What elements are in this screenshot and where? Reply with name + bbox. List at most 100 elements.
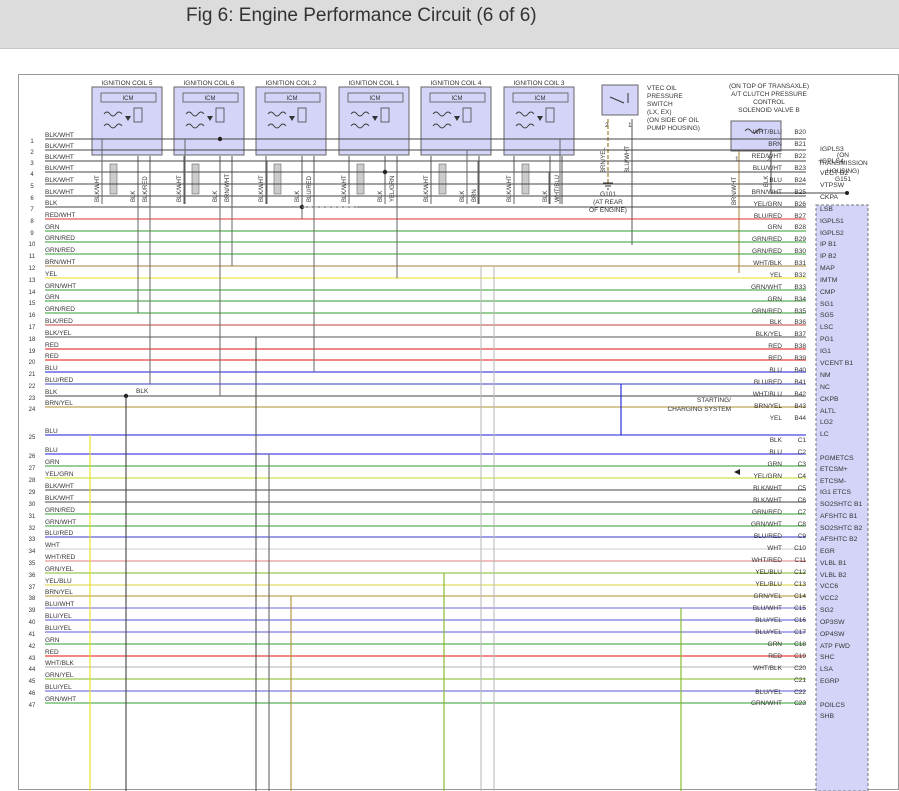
right-wire-label: BLK [770,437,783,444]
ecm-pin-label: C8 [798,521,807,528]
ecm-signal-label: OP4SW [820,631,845,638]
row-number: 18 [29,337,36,343]
right-wire-label: GRN/RED [752,236,782,243]
ecm-pin-label: B28 [794,224,806,231]
row-number: 40 [29,620,36,626]
ecm-pin-label: C10 [794,545,806,552]
row-number: 42 [29,644,36,650]
row-number: 30 [29,502,36,508]
ecm-signal-label: AFSHTC B2 [820,536,858,543]
right-wire-label: GRN [768,224,783,231]
row-number: 6 [30,196,34,202]
ecm-pin-label: C7 [798,509,807,516]
row-wire-label: YEL/GRN [45,471,74,478]
vtec-switch-box [601,84,639,116]
row-number: 35 [29,561,36,567]
ecm-signal-label: LSA [820,666,833,673]
ecm-signal-label: ALTL [820,408,836,415]
coil-label: IGNITION COIL 4 [430,80,481,87]
right-wire-label: YEL/GRN [753,473,782,480]
ecm-signal-label: SHC [820,654,834,661]
row-number: 5 [30,184,34,190]
row-wire-label: BLK/WHT [45,495,74,502]
ecm-pin-label: C20 [794,665,806,672]
vtec-label: (LX, EX) [647,109,672,116]
row-number: 47 [29,703,36,709]
coil-wire-label: BLK/WHT [507,175,513,202]
right-wire-label: WHT [767,545,782,552]
icm-label: ICM [535,96,546,102]
ecm-signal-label: PGMETCS [820,455,854,462]
row-wire-label: GRN/WHT [45,519,76,526]
splice-dot [217,136,223,142]
row-number: 32 [29,526,36,532]
row-number: 43 [29,656,36,662]
ecm-pin-label: C3 [798,461,807,468]
row-wire-label: WHT/BLK [45,660,75,667]
ecm-signal-label: POILCS [820,702,845,709]
ecm-pin-label: B29 [794,236,806,243]
right-wire-label: GRN [768,641,783,648]
right-wire-label: BLU/YEL [755,689,782,696]
ecm-pin-label: B42 [794,391,806,398]
row-wire-label: BLK [45,200,58,207]
row-wire-label: GRN [45,294,60,301]
ecm-signal-label: IG1 ETCS [820,489,851,496]
ecm-pin-label: B44 [794,415,806,422]
ecm-pin-label: B25 [794,189,806,196]
ecm-pin-label: C2 [798,449,807,456]
ecm-signal-label: NC [820,384,830,391]
right-wire-label: BLU/YEL [755,617,782,624]
ecm-pin-label: B30 [794,248,806,255]
page-title: Fig 6: Engine Performance Circuit (6 of … [186,5,537,26]
row-number: 19 [29,349,36,355]
ecm-pin-label: B38 [794,343,806,350]
right-wire-label: YEL [770,415,783,422]
row-wire-label: WHT [45,542,60,549]
row-wire-label: BLU/YEL [45,625,72,632]
row-wire-label: RED [45,342,59,349]
ground-label: G101 [600,191,616,198]
ecm-signal-label: SO2SHTC B1 [820,501,863,508]
coil-label: IGNITION COIL 1 [348,80,399,87]
ecm-pin-label: B31 [794,260,806,267]
row-number: 23 [29,396,36,402]
ecm-pin-label: C21 [794,677,806,684]
right-wire-label: BRN/YEL [754,403,782,410]
ground-note: (AT REAR [593,199,623,206]
right-wire-label: BLK/WHT [753,485,782,492]
ecm-signal-label: EGRP [820,678,840,685]
ecm-signal-label: CMP [820,289,836,296]
row-number: 37 [29,585,36,591]
row-wire-label: GRN/RED [45,507,75,514]
row-wire-label: GRN/RED [45,306,75,313]
solenoid-label: A/T CLUTCH PRESSURE [731,91,807,98]
ecm-pin-label: C14 [794,593,806,600]
ecm-signal-label: PG1 [820,336,834,343]
ecm-signal-label: IP B2 [820,253,837,260]
right-wire-label: WHT/BLK [753,260,783,267]
right-wire-label: YEL/GRN [753,201,782,208]
coil-label: IGNITION COIL 2 [265,80,316,87]
row-wire-label: BLU [45,365,58,372]
ecm-pin-label: C6 [798,497,807,504]
ecm-signal-label: IGPLS2 [820,230,844,237]
right-wire-label: BLU/RED [754,533,782,540]
right-wire-label: WHT/BLU [753,391,783,398]
ecm-signal-label: IMTM [820,277,838,284]
ecm-pin-label: C16 [794,617,806,624]
vtec-label: PUMP HOUSING) [647,125,700,132]
row-number: 3 [30,161,34,167]
coil-wire-label: BLK/WHT [424,175,430,202]
row-number: 36 [29,573,36,579]
right-wire-label: BLK/WHT [753,497,782,504]
row-number: 26 [29,454,36,460]
right-wire-label: BLU [769,177,782,184]
ecm-signal-label: SHB [820,713,834,720]
spark-plug-icon [191,163,200,195]
right-wire-label: GRN/YEL [753,593,782,600]
ground-note: OF ENGINE) [589,207,627,214]
vtec-label: PRESSURE [647,93,683,100]
row-wire-label: BLK/YEL [45,330,72,337]
right-wire-label: GRN/RED [752,308,782,315]
